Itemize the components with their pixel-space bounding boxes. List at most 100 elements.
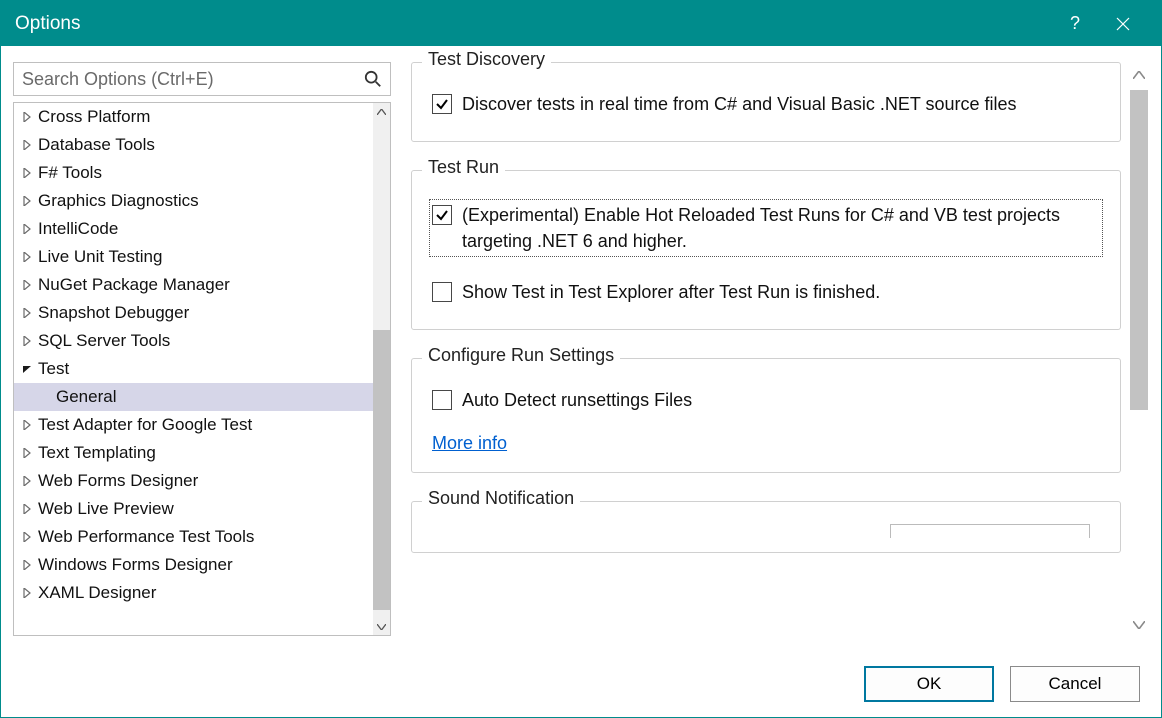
ok-button[interactable]: OK <box>864 666 994 702</box>
tree-item[interactable]: Windows Forms Designer <box>14 551 373 579</box>
scroll-up-icon[interactable] <box>1128 64 1150 86</box>
check-realtime-discovery[interactable]: Discover tests in real time from C# and … <box>432 91 1100 117</box>
caret-right-icon[interactable] <box>20 110 34 124</box>
settings-panel: Test Discovery Discover tests in real ti… <box>411 62 1125 636</box>
group-title: Sound Notification <box>422 488 580 509</box>
check-auto-detect[interactable]: Auto Detect runsettings Files <box>432 387 1100 413</box>
search-icon <box>364 70 382 88</box>
tree-item-label: XAML Designer <box>38 583 156 603</box>
caret-right-icon[interactable] <box>20 586 34 600</box>
scroll-thumb[interactable] <box>1130 90 1148 410</box>
caret-right-icon[interactable] <box>20 138 34 152</box>
caret-right-icon[interactable] <box>20 418 34 432</box>
group-title: Test Discovery <box>422 49 551 70</box>
tree-item-label: Test Adapter for Google Test <box>38 415 252 435</box>
tree-item-label: IntelliCode <box>38 219 118 239</box>
tree-item-label: SQL Server Tools <box>38 331 170 351</box>
panel-scrollbar[interactable] <box>1125 62 1153 636</box>
tree-item-label: F# Tools <box>38 163 102 183</box>
group-run-settings: Configure Run Settings Auto Detect runse… <box>411 358 1121 473</box>
tree-item-label: Web Live Preview <box>38 499 174 519</box>
tree-item[interactable]: IntelliCode <box>14 215 373 243</box>
check-hot-reload[interactable]: (Experimental) Enable Hot Reloaded Test … <box>429 199 1103 257</box>
tree-item[interactable]: Web Live Preview <box>14 495 373 523</box>
tree-item[interactable]: Test Adapter for Google Test <box>14 411 373 439</box>
group-title: Test Run <box>422 157 505 178</box>
check-show-explorer[interactable]: Show Test in Test Explorer after Test Ru… <box>432 279 1100 305</box>
tree-item-label: NuGet Package Manager <box>38 275 230 295</box>
tree-item[interactable]: Snapshot Debugger <box>14 299 373 327</box>
check-icon <box>435 97 449 111</box>
caret-right-icon[interactable] <box>20 166 34 180</box>
tree-item[interactable]: Text Templating <box>14 439 373 467</box>
tree-item[interactable]: Web Forms Designer <box>14 467 373 495</box>
caret-right-icon[interactable] <box>20 250 34 264</box>
more-info-link[interactable]: More info <box>432 433 507 454</box>
caret-right-icon[interactable] <box>20 306 34 320</box>
caret-right-icon[interactable] <box>20 278 34 292</box>
checkbox[interactable] <box>432 282 452 302</box>
search-input[interactable] <box>22 69 364 90</box>
tree-item[interactable]: Web Performance Test Tools <box>14 523 373 551</box>
caret-right-icon[interactable] <box>20 446 34 460</box>
tree-item-label: Text Templating <box>38 443 156 463</box>
caret-right-icon[interactable] <box>20 558 34 572</box>
tree-item[interactable]: Database Tools <box>14 131 373 159</box>
tree-item[interactable]: Test <box>14 355 373 383</box>
tree-item[interactable]: Graphics Diagnostics <box>14 187 373 215</box>
tree-item-label: Windows Forms Designer <box>38 555 233 575</box>
tree-item-label: Snapshot Debugger <box>38 303 189 323</box>
right-pane: Test Discovery Discover tests in real ti… <box>411 62 1153 636</box>
tree-item-label: Database Tools <box>38 135 155 155</box>
caret-right-icon[interactable] <box>20 474 34 488</box>
tree-item-label: Live Unit Testing <box>38 247 162 267</box>
group-test-run: Test Run (Experimental) Enable Hot Reloa… <box>411 170 1121 330</box>
cancel-button[interactable]: Cancel <box>1010 666 1140 702</box>
checkbox[interactable] <box>432 205 452 225</box>
tree-item[interactable]: Live Unit Testing <box>14 243 373 271</box>
check-label: Discover tests in real time from C# and … <box>462 91 1017 117</box>
scroll-thumb[interactable] <box>373 330 390 610</box>
caret-right-icon[interactable] <box>20 530 34 544</box>
caret-right-icon[interactable] <box>20 222 34 236</box>
options-tree: Cross Platform Database Tools F# Tools Grap… <box>13 102 391 636</box>
group-title: Configure Run Settings <box>422 345 620 366</box>
check-icon <box>435 208 449 222</box>
scroll-track[interactable] <box>373 120 390 618</box>
check-label: Show Test in Test Explorer after Test Ru… <box>462 279 880 305</box>
tree-item-label: Test <box>38 359 69 379</box>
caret-right-icon[interactable] <box>20 502 34 516</box>
caret-right-icon[interactable] <box>20 334 34 348</box>
tree-subitem[interactable]: General <box>14 383 373 411</box>
tree-item-label: Cross Platform <box>38 107 150 127</box>
scroll-down-icon[interactable] <box>373 618 390 635</box>
scroll-down-icon[interactable] <box>1128 614 1150 636</box>
caret-right-icon[interactable] <box>20 194 34 208</box>
tree-item-label: Web Forms Designer <box>38 471 198 491</box>
check-label: (Experimental) Enable Hot Reloaded Test … <box>462 202 1100 254</box>
checkbox[interactable] <box>432 390 452 410</box>
sound-control[interactable] <box>890 524 1090 538</box>
left-pane: Cross Platform Database Tools F# Tools Grap… <box>13 62 391 636</box>
close-icon <box>1116 17 1130 31</box>
tree-item[interactable]: F# Tools <box>14 159 373 187</box>
tree-scrollbar[interactable] <box>373 103 390 635</box>
caret-down-icon[interactable] <box>20 362 34 376</box>
window-title: Options <box>15 13 1051 35</box>
sound-content <box>432 524 1100 542</box>
group-test-discovery: Test Discovery Discover tests in real ti… <box>411 62 1121 142</box>
tree-item[interactable]: XAML Designer <box>14 579 373 607</box>
tree-item[interactable]: SQL Server Tools <box>14 327 373 355</box>
tree-item[interactable]: NuGet Package Manager <box>14 271 373 299</box>
tree-item[interactable]: Cross Platform <box>14 103 373 131</box>
scroll-up-icon[interactable] <box>373 103 390 120</box>
checkbox[interactable] <box>432 94 452 114</box>
help-button[interactable]: ? <box>1051 1 1099 46</box>
group-sound-notification: Sound Notification <box>411 501 1121 553</box>
tree-item-label: General <box>56 387 116 407</box>
close-button[interactable] <box>1099 1 1147 46</box>
search-box[interactable] <box>13 62 391 96</box>
tree-item-label: Graphics Diagnostics <box>38 191 199 211</box>
scroll-track[interactable] <box>1130 86 1148 614</box>
tree-item-label: Web Performance Test Tools <box>38 527 254 547</box>
